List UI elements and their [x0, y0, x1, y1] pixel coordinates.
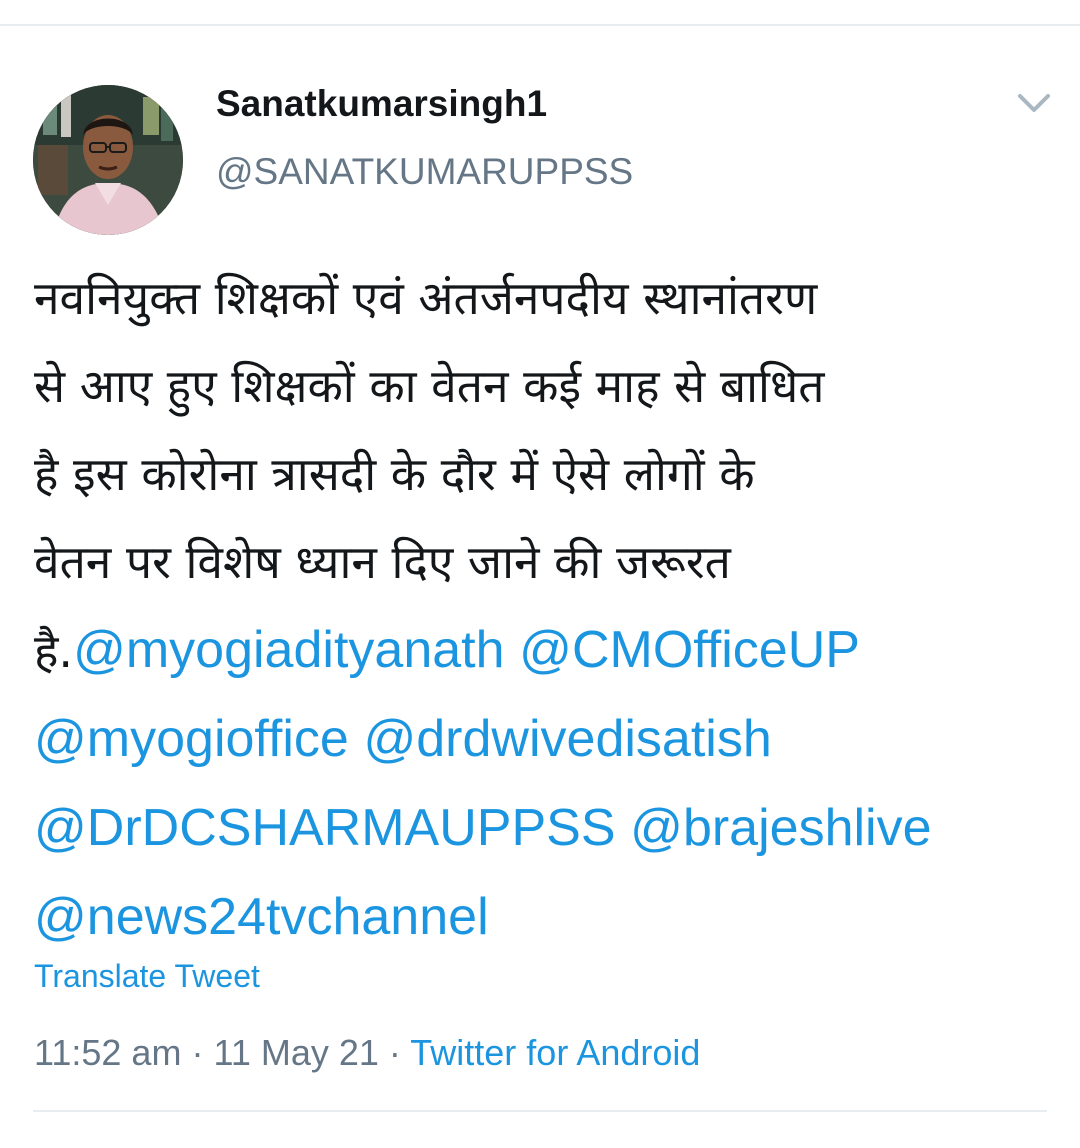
- separator: ·: [191, 1032, 204, 1073]
- mention-link[interactable]: @DrDCSHARMAUPPSS: [34, 799, 616, 857]
- tweet-card: Sanatkumarsingh1 @SANATKUMARUPPSS नवनियु…: [0, 26, 1080, 1148]
- profile-photo: [33, 85, 183, 235]
- mention-link[interactable]: @news24tvchannel: [34, 888, 489, 946]
- tweet-text-line: वेतन पर विशेष ध्यान दिए जाने की जरूरत: [34, 535, 731, 589]
- user-handle[interactable]: @SANATKUMARUPPSS: [216, 150, 633, 194]
- mention-link[interactable]: @myogiadityanath: [73, 621, 504, 679]
- tweet-text-line: है इस कोरोना त्रासदी के दौर में ऐसे लोगो…: [34, 447, 755, 501]
- mention-link[interactable]: @CMOfficeUP: [519, 621, 860, 679]
- display-name[interactable]: Sanatkumarsingh1: [216, 82, 547, 126]
- bottom-divider: [33, 1110, 1047, 1112]
- tweet-source-link[interactable]: Twitter for Android: [410, 1032, 700, 1073]
- separator: ·: [388, 1032, 401, 1073]
- tweet-time: 11:52 am: [34, 1032, 182, 1073]
- tweet-text-line: नवनियुक्त शिक्षकों एवं अंतर्जनपदीय स्थान…: [34, 271, 818, 325]
- translate-tweet-link[interactable]: Translate Tweet: [34, 956, 260, 996]
- mention-link[interactable]: @myogioffice: [34, 710, 349, 768]
- avatar[interactable]: [33, 85, 183, 235]
- chevron-down-icon: [1018, 94, 1050, 112]
- tweet-text-line: से आए हुए शिक्षकों का वेतन कई माह से बाध…: [34, 359, 825, 413]
- tweet-text-line: है.: [34, 624, 74, 678]
- mention-link[interactable]: @drdwivedisatish: [363, 710, 771, 768]
- tweet-menu-button[interactable]: [1010, 84, 1058, 124]
- tweet-metadata: 11:52 am · 11 May 21 · Twitter for Andro…: [34, 1031, 700, 1075]
- tweet-text: नवनियुक्त शिक्षकों एवं अंतर्जनपदीय स्थान…: [34, 254, 1064, 962]
- mention-link[interactable]: @brajeshlive: [630, 799, 931, 857]
- tweet-date: 11 May 21: [213, 1032, 379, 1073]
